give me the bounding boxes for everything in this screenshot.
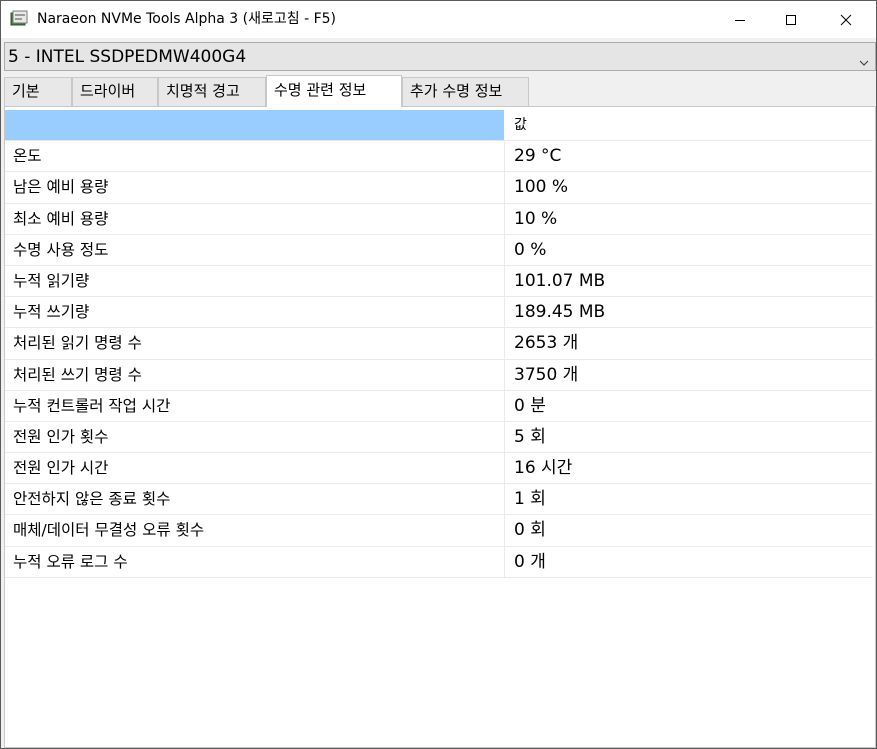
row-name: 처리된 읽기 명령 수	[5, 328, 505, 359]
table-row[interactable]: 처리된 쓰기 명령 수 3750 개	[5, 359, 873, 391]
maximize-button[interactable]	[768, 1, 814, 38]
table-row[interactable]: 누적 쓰기량 189.45 MB	[5, 297, 873, 329]
header-name-cell	[5, 110, 505, 141]
tab-strip: 기본 드라이버 치명적 경고 수명 관련 정보 추가 수명 정보	[4, 75, 876, 107]
row-name: 누적 컨트롤러 작업 시간	[5, 390, 505, 421]
tab-basic[interactable]: 기본	[4, 77, 72, 106]
row-name: 전원 인가 시간	[5, 453, 505, 484]
tab-critical-warning[interactable]: 치명적 경고	[158, 77, 266, 106]
row-value: 0 회	[514, 520, 546, 541]
table-row[interactable]: 안전하지 않은 종료 횟수 1 회	[5, 484, 873, 516]
table-row[interactable]: 수명 사용 정도 0 %	[5, 234, 873, 266]
table-row[interactable]: 누적 읽기량 101.07 MB	[5, 265, 873, 298]
table-row[interactable]: 전원 인가 시간 16 시간	[5, 453, 873, 485]
table-row[interactable]: 최소 예비 용량 10 %	[5, 203, 873, 235]
ssd-app-icon	[10, 10, 28, 28]
app-window: Naraeon NVMe Tools Alpha 3 (새로고침 - F5) 5…	[0, 0, 877, 749]
table-row[interactable]: 남은 예비 용량 100 %	[5, 172, 873, 204]
tab-driver[interactable]: 드라이버	[72, 77, 158, 106]
row-name: 매체/데이터 무결성 오류 횟수	[5, 515, 505, 546]
row-name: 누적 쓰기량	[5, 297, 505, 328]
row-value: 0 %	[514, 239, 547, 260]
tab-extra-lifetime-info[interactable]: 추가 수명 정보	[402, 77, 529, 106]
row-value: 0 개	[514, 551, 546, 572]
lifetime-info-table[interactable]: 값 온도 29 °C 남은 예비 용량 100 % 최소 예비 용량 10 % …	[5, 110, 873, 578]
row-value: 101.07 MB	[514, 270, 606, 291]
chevron-down-icon[interactable]	[859, 52, 869, 71]
row-value: 3750 개	[514, 364, 579, 385]
row-name: 온도	[5, 141, 505, 172]
drive-select-value: 5 - INTEL SSDPEDMW400G4	[8, 47, 247, 67]
row-name: 전원 인가 횟수	[5, 421, 505, 453]
table-row[interactable]: 누적 컨트롤러 작업 시간 0 분	[5, 390, 873, 422]
table-header-row: 값	[5, 110, 873, 142]
row-name: 수명 사용 정도	[5, 234, 505, 265]
header-value-cell: 값	[514, 117, 527, 133]
row-value: 189.45 MB	[514, 302, 606, 323]
table-row[interactable]: 매체/데이터 무결성 오류 횟수 0 회	[5, 515, 873, 547]
drive-select-dropdown[interactable]: 5 - INTEL SSDPEDMW400G4	[4, 42, 876, 71]
row-value: 10 %	[514, 208, 558, 229]
row-name: 누적 오류 로그 수	[5, 546, 505, 577]
row-name: 누적 읽기량	[5, 265, 505, 297]
table-row[interactable]: 전원 인가 횟수 5 회	[5, 421, 873, 454]
title-bar[interactable]: Naraeon NVMe Tools Alpha 3 (새로고침 - F5)	[1, 1, 876, 38]
table-row[interactable]: 온도 29 °C	[5, 141, 873, 173]
close-button[interactable]	[823, 1, 869, 38]
lifetime-info-panel: 값 온도 29 °C 남은 예비 용량 100 % 최소 예비 용량 10 % …	[4, 106, 876, 748]
row-name: 처리된 쓰기 명령 수	[5, 359, 505, 390]
table-row[interactable]: 처리된 읽기 명령 수 2653 개	[5, 328, 873, 360]
minimize-button[interactable]	[717, 1, 763, 38]
tab-lifetime-info[interactable]: 수명 관련 정보	[266, 75, 402, 107]
row-name: 최소 예비 용량	[5, 203, 505, 234]
row-name: 남은 예비 용량	[5, 172, 505, 203]
window-title: Naraeon NVMe Tools Alpha 3 (새로고침 - F5)	[37, 11, 336, 27]
row-value: 1 회	[514, 489, 546, 510]
table-row[interactable]: 누적 오류 로그 수 0 개	[5, 546, 873, 578]
row-value: 2653 개	[514, 333, 579, 354]
row-value: 5 회	[514, 426, 546, 447]
row-value: 0 분	[514, 395, 546, 416]
row-name: 안전하지 않은 종료 횟수	[5, 484, 505, 515]
row-value: 29 °C	[514, 146, 562, 167]
row-value: 100 %	[514, 177, 569, 198]
row-value: 16 시간	[514, 458, 573, 479]
